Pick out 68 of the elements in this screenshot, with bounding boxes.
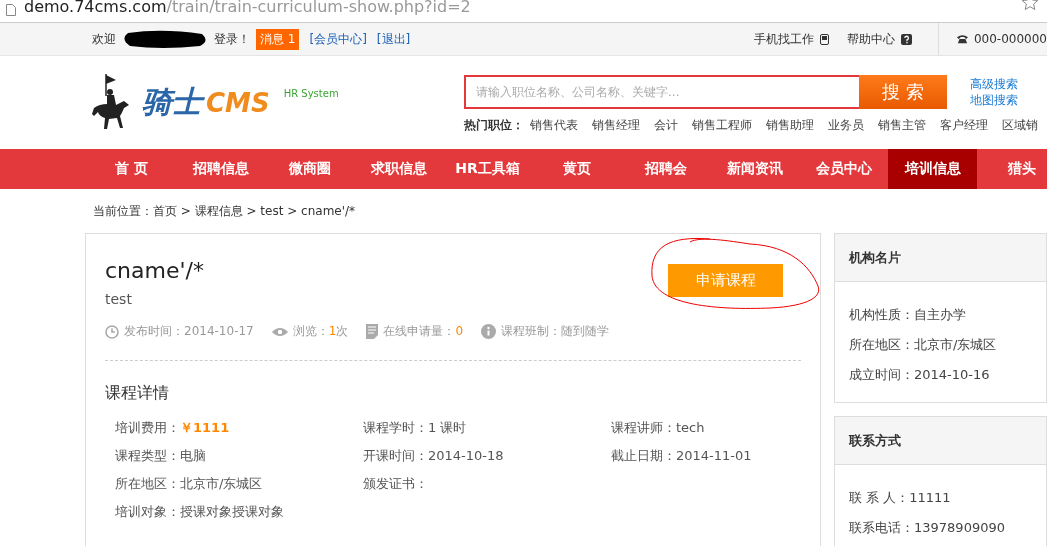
- nav-item[interactable]: 培训信息: [888, 149, 977, 189]
- detail-text: 开课时间：2014-10-18: [363, 447, 505, 465]
- nav-item[interactable]: 招聘会: [621, 149, 710, 189]
- top-link[interactable]: [会员中心]: [309, 30, 367, 48]
- top-link[interactable]: 帮助中心: [847, 30, 895, 48]
- search-field[interactable]: 请输入职位名称、公司名称、关键字...: [464, 75, 859, 109]
- card-text: 所在地区：北京市/东城区: [849, 336, 998, 354]
- hot-job-link[interactable]: 会计: [654, 117, 678, 134]
- meta-text: 在线申请量：0: [383, 323, 464, 340]
- hot-jobs-label: 热门职位：: [464, 117, 524, 134]
- nav-item[interactable]: 新闻资讯: [710, 149, 799, 189]
- hot-job-link[interactable]: 区域销: [1002, 117, 1038, 134]
- phone-icon: [820, 33, 829, 45]
- breadcrumb: 当前位置：首页 > 课程信息 > test > cname'/*: [92, 203, 357, 220]
- detail-text: 培训费用：￥1111: [115, 419, 231, 437]
- page-icon: [6, 4, 16, 16]
- help-icon: [901, 33, 912, 45]
- details-title: 课程详情: [105, 383, 170, 404]
- hot-job-link[interactable]: 销售主管: [878, 117, 926, 134]
- top-link[interactable]: [退出]: [376, 30, 411, 48]
- top-link[interactable]: 手机找工作: [754, 30, 814, 48]
- meta-text: 浏览：1次: [292, 323, 349, 340]
- info-icon: [481, 324, 497, 339]
- hotline-text: 000-000000: [973, 32, 1047, 46]
- logo-tagline: HR System: [283, 88, 339, 99]
- hot-job-link[interactable]: 销售助理: [766, 117, 814, 134]
- hot-job-link[interactable]: 销售代表: [530, 117, 578, 134]
- address-bar[interactable]: demo.74cms.com/train/train-curriculum-show.php?id=2: [0, 0, 1047, 23]
- eye-icon: [271, 326, 288, 337]
- nav-item[interactable]: 猎头: [977, 149, 1047, 189]
- welcome-text: 欢迎: [92, 30, 116, 48]
- detail-text: 所在地区：北京市/东城区: [115, 475, 264, 493]
- hot-job-link[interactable]: 客户经理: [940, 117, 988, 134]
- clock-icon: [105, 324, 119, 339]
- login-text: 登录！: [214, 30, 250, 48]
- hot-job-link[interactable]: 销售工程师: [692, 117, 752, 134]
- card-text: 联 系 人：11111: [849, 489, 952, 507]
- nav-item[interactable]: HR工具箱: [443, 149, 532, 189]
- course-title: cname'/*: [105, 258, 204, 283]
- search-link[interactable]: 地图搜索: [970, 92, 1018, 108]
- detail-text: 课程学时：1 课时: [363, 419, 468, 437]
- telephone-icon: [957, 34, 968, 44]
- hot-job-link[interactable]: 销售经理: [592, 117, 640, 134]
- detail-text: 培训对象：授课对象授课对象: [115, 503, 285, 521]
- logo-brand: CMS: [206, 87, 270, 118]
- nav-item[interactable]: 首 页: [87, 149, 176, 189]
- detail-text: 颁发证书：: [363, 475, 429, 493]
- nav-item[interactable]: 求职信息: [354, 149, 443, 189]
- detail-text: 课程类型：电脑: [115, 447, 207, 465]
- meta-text: 发布时间：2014-10-17: [124, 323, 254, 340]
- card-title: 联系方式: [835, 417, 1046, 465]
- nav-item[interactable]: 招聘信息: [176, 149, 265, 189]
- card-text: 成立时间：2014-10-16: [849, 366, 991, 384]
- nav-item[interactable]: 会员中心: [799, 149, 888, 189]
- detail-text: 课程讲师：tech: [611, 419, 706, 437]
- meta-text: 课程班制：随到随学: [501, 323, 610, 340]
- nav-item[interactable]: 微商圈: [265, 149, 354, 189]
- search-button[interactable]: 搜 索: [859, 75, 947, 109]
- card-text: 联系电话：13978909090: [849, 519, 1006, 537]
- search-link[interactable]: 高级搜索: [970, 76, 1018, 92]
- card-text: 机构性质：自主办学: [849, 306, 967, 324]
- course-subtitle: test: [105, 291, 133, 307]
- url-text: demo.74cms.com/train/train-curriculum-show.php?id=2: [24, 0, 471, 16]
- detail-text: 截止日期：2014-11-01: [611, 447, 753, 465]
- document-icon: [366, 324, 379, 339]
- hot-job-link[interactable]: 业务员: [828, 117, 864, 134]
- card-title: 机构名片: [835, 234, 1046, 282]
- nav-item[interactable]: 黄页: [532, 149, 621, 189]
